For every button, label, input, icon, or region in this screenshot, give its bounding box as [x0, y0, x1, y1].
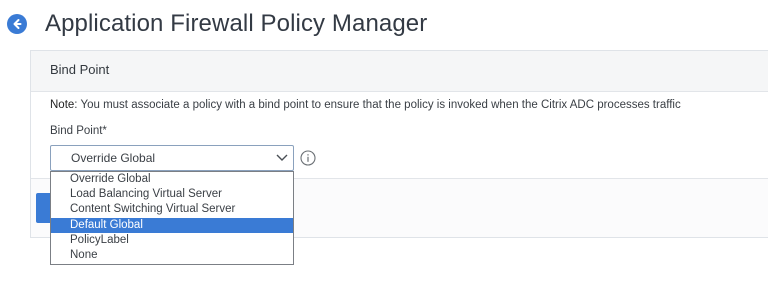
dropdown-option-default-global[interactable]: Default Global [51, 217, 293, 233]
dropdown-option-override-global[interactable]: Override Global [51, 172, 293, 187]
back-arrow-icon [13, 19, 22, 29]
dropdown-option-load-balancing-virtual-server[interactable]: Load Balancing Virtual Server [51, 187, 293, 202]
bind-point-select-value: Override Global [71, 151, 156, 165]
dropdown-option-policylabel[interactable]: PolicyLabel [51, 233, 293, 248]
panel-title: Bind Point [50, 62, 110, 77]
bind-point-select[interactable]: Override Global [50, 145, 294, 171]
page: Application Firewall Policy Manager Bind… [0, 0, 768, 283]
page-title: Application Firewall Policy Manager [45, 10, 428, 37]
note-label: Note [50, 99, 75, 111]
dropdown-option-none[interactable]: None [51, 248, 293, 263]
dropdown-option-content-switching-virtual-server[interactable]: Content Switching Virtual Server [51, 202, 293, 217]
note-text: Note: You must associate a policy with a… [50, 99, 681, 111]
back-button[interactable] [7, 14, 27, 34]
chevron-down-icon [276, 154, 288, 161]
panel-header: Bind Point [31, 51, 768, 92]
note-body: : You must associate a policy with a bin… [74, 99, 681, 111]
info-icon[interactable] [300, 150, 316, 166]
bind-point-label: Bind Point* [50, 125, 107, 137]
bind-point-dropdown-list: Override Global Load Balancing Virtual S… [50, 171, 294, 265]
